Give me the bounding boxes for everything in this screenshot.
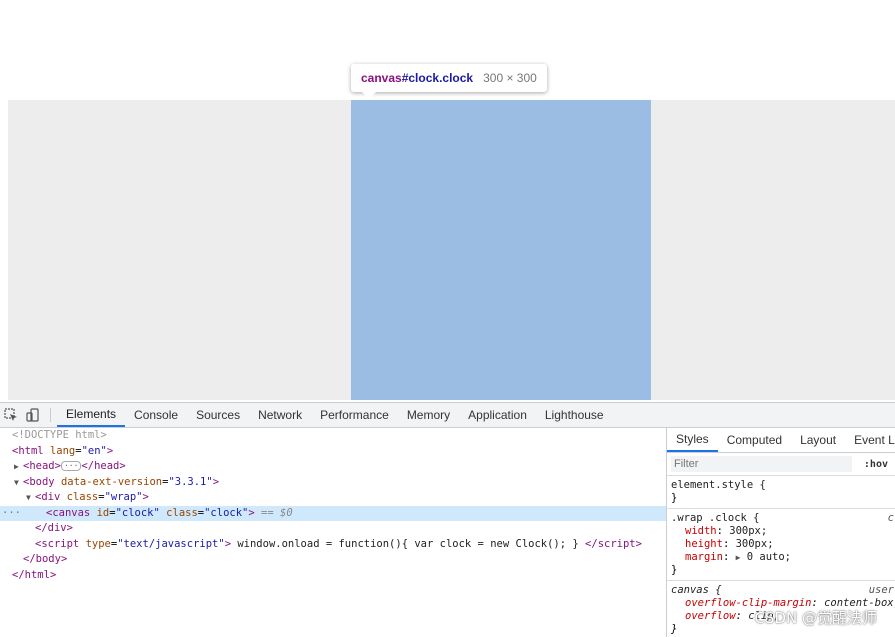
tab-memory[interactable]: Memory [398,403,459,427]
dom-script-line[interactable]: <script type="text/javascript"> window.o… [0,537,666,553]
dom-div-close-line[interactable]: </div> [0,521,666,537]
rule-close-brace: } [671,564,678,576]
canvas-class-value: "clock" [204,506,249,519]
expand-shorthand-icon[interactable]: ▶ [736,553,741,562]
styles-filter-input[interactable]: Filter [671,456,852,472]
script-attr: type [85,537,111,550]
tab-elements[interactable]: Elements [57,403,126,427]
css-property-margin[interactable]: margin: ▶ 0 auto; [671,551,892,564]
collapse-arrow-icon[interactable]: ▼ [26,490,35,506]
tab-application[interactable]: Application [459,403,536,427]
css-property-width[interactable]: width: 300px; [671,525,892,538]
script-close-tag: script [597,537,636,550]
styles-tab-bar: Styles Computed Layout Event Listeners [667,428,895,453]
toolbar-separator [50,408,51,422]
tab-network[interactable]: Network [249,403,311,427]
property-name: margin [685,551,723,563]
property-value: 0 auto; [746,551,792,563]
script-tag: script [41,537,80,550]
rule-selector[interactable]: .wrap .clock { [671,512,892,525]
body-close-tag: body [35,553,61,565]
div-attr-value: "wrap" [104,491,143,503]
dom-html-close-line[interactable]: </html> [0,568,666,584]
property-name: height [685,538,723,550]
dom-body-line[interactable]: ▼ <body data-ext-version="3.3.1"> [0,475,666,491]
dom-body-close-line[interactable]: </body> [0,552,666,568]
devtools-panel: Elements Console Sources Network Perform… [0,402,895,637]
tab-performance[interactable]: Performance [311,403,398,427]
script-code: window.onload = function(){ var clock = … [237,537,579,550]
body-tag: body [29,475,55,488]
property-value: 300px; [735,538,774,550]
head-tag: head [29,460,55,472]
html-attr: lang [49,444,76,457]
html-close-tag: html [24,568,50,581]
devtools-tab-bar: Elements Console Sources Network Perform… [0,403,895,428]
body-attr-value: "3.3.1" [168,475,213,488]
div-close-tag: div [47,522,67,534]
canvas-id-value: "clock" [115,506,160,519]
dom-html-line[interactable]: <html lang="en"> [0,444,666,460]
tooltip-arrow [362,92,376,99]
css-property-height[interactable]: height: 300px; [671,538,892,551]
property-name: width [685,525,717,537]
tooltip-tag: canvas [361,71,402,85]
tab-event-listeners[interactable]: Event Listeners [845,428,895,452]
head-close-tag: head [94,460,120,472]
script-attr-value: "text/javascript" [117,537,225,550]
tab-lighthouse[interactable]: Lighthouse [536,403,613,427]
page-viewport: canvas #clock.clock 300 × 300 [0,0,895,402]
tooltip-size: 300 × 300 [483,71,537,85]
rule-selector: canvas { [671,584,722,596]
property-value: 300px; [729,525,768,537]
tab-sources[interactable]: Sources [187,403,249,427]
html-attr-value: "en" [81,444,107,457]
collapse-arrow-icon[interactable]: ▼ [14,475,23,491]
canvas-id-attr: id [96,506,110,519]
device-toolbar-icon[interactable] [22,403,44,427]
more-options-icon[interactable]: ··· [2,506,21,522]
tab-layout[interactable]: Layout [791,428,845,452]
element-style-selector[interactable]: element.style { [671,479,892,492]
body-attr: data-ext-version [60,475,163,488]
element-style-rule: element.style { } [667,476,895,509]
doctype-text: <!DOCTYPE html> [12,429,107,441]
csdn-watermark: CSDN @觉醒法师 [754,609,877,627]
canvas-element-highlight[interactable] [351,100,651,400]
expand-arrow-icon[interactable]: ▶ [14,459,23,475]
element-inspect-tooltip: canvas #clock.clock 300 × 300 [351,64,547,92]
inspect-element-icon[interactable] [0,403,22,427]
tab-styles[interactable]: Styles [667,428,718,452]
canvas-tag: canvas [52,506,91,519]
wrap-clock-rule: c .wrap .clock { width: 300px; height: 3… [667,509,895,581]
dom-doctype-line[interactable]: <!DOCTYPE html> [0,428,666,444]
dom-div-line[interactable]: ▼ <div class="wrap"> [0,490,666,506]
styles-filter-bar: Filter :hov [667,453,895,476]
dom-head-line[interactable]: ▶ <head> ··· </head> [0,459,666,475]
tab-console[interactable]: Console [125,403,187,427]
canvas-class-attr: class [166,506,198,519]
collapsed-ellipsis-icon[interactable]: ··· [60,461,82,471]
styles-pane: Styles Computed Layout Event Listeners F… [666,428,895,637]
hover-state-toggle[interactable]: :hov [856,459,895,470]
div-tag: div [41,491,61,503]
tab-computed[interactable]: Computed [718,428,791,452]
console-ref: == $0 [261,506,293,519]
rule-source-link[interactable]: c [888,512,894,524]
div-attr: class [66,491,99,503]
property-name: overflow [685,610,736,622]
html-tag: html [18,444,44,457]
tooltip-selector: #clock.clock [401,71,474,85]
rule-source-label: user [868,584,894,596]
dom-tree: <!DOCTYPE html> <html lang="en"> ▶ <head>… [0,428,666,637]
dom-canvas-line-selected[interactable]: ··· <canvas id="clock" class="clock"> ==… [0,505,666,522]
rule-close-brace: } [671,492,678,504]
